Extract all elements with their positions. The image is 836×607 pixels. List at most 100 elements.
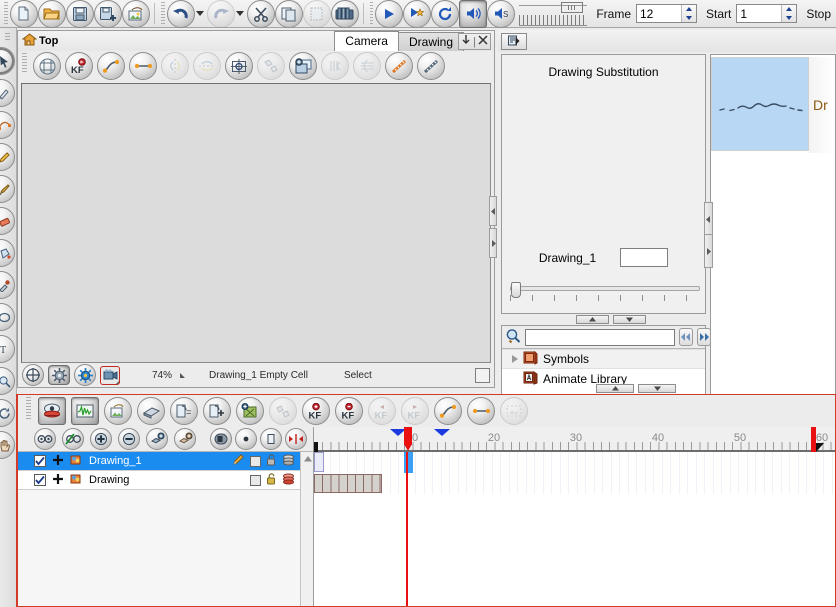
duplicate-drawing-button[interactable]: = — [170, 397, 198, 425]
layer-row-drawing[interactable]: Drawing — [18, 471, 313, 490]
panel-menu-button[interactable] — [501, 32, 527, 50]
onion-skin-button[interactable] — [353, 52, 381, 80]
chevron-right-icon[interactable] — [512, 355, 518, 363]
scrubber-thumb[interactable] — [561, 1, 584, 13]
tool-pencil[interactable] — [0, 143, 15, 171]
timeline-row-drawing[interactable] — [314, 473, 835, 494]
opengl-preview-button[interactable] — [74, 364, 96, 386]
show-thumbnails-button[interactable] — [210, 428, 232, 450]
flip-horizontal-button[interactable] — [161, 52, 189, 80]
layer-row-drawing-1[interactable]: Drawing_1 — [18, 452, 313, 471]
tool-cutter[interactable] — [0, 79, 15, 107]
start-spinbox[interactable] — [736, 4, 798, 23]
function-editor-button[interactable] — [71, 397, 99, 425]
lock-open-icon[interactable] — [266, 472, 277, 488]
add-layer-button[interactable] — [289, 52, 317, 80]
substitute-next-button[interactable] — [613, 315, 646, 324]
start-input[interactable] — [737, 5, 782, 22]
right-splitter-handle-2[interactable] — [704, 234, 713, 268]
new-scene-button[interactable] — [9, 0, 38, 28]
layer-list-scrollbar[interactable] — [300, 452, 313, 606]
substitution-slider-thumb[interactable] — [511, 282, 521, 298]
crosshair-circle-icon[interactable] — [22, 364, 44, 386]
panel-splitter-left-2[interactable] — [489, 228, 497, 258]
remove-keyframe-button[interactable]: KF — [335, 397, 363, 425]
drawing-substitution-slider[interactable] — [510, 282, 700, 301]
right-splitter-handle-1[interactable] — [704, 202, 713, 236]
status-color-swatch[interactable] — [475, 367, 490, 383]
tool-zoom[interactable] — [0, 367, 15, 395]
show-dot-button[interactable] — [235, 428, 257, 450]
light-table-button[interactable] — [385, 52, 413, 80]
show-panel-button[interactable] — [260, 428, 282, 450]
add-keyframe-button[interactable]: KF — [65, 52, 93, 80]
toolbar-grip[interactable] — [4, 2, 8, 25]
frame-input[interactable] — [637, 5, 681, 22]
camera-mask-button[interactable] — [100, 365, 120, 385]
paste-button[interactable] — [302, 0, 331, 28]
add-group-button[interactable] — [146, 428, 168, 450]
timeline-exposed-range[interactable] — [314, 474, 382, 493]
morph-timeline-button[interactable] — [269, 397, 297, 425]
library-forward-button[interactable] — [697, 328, 711, 346]
add-keyframe-timeline-button[interactable]: KF — [302, 397, 330, 425]
substitution-slider-track[interactable] — [510, 282, 700, 298]
render-preview-button[interactable] — [48, 365, 70, 385]
loop-button[interactable] — [431, 0, 460, 28]
constant-segment-button[interactable] — [467, 397, 495, 425]
play-preview-button[interactable] — [403, 0, 432, 28]
layer-visibility-checkbox[interactable] — [34, 474, 46, 486]
collapse-up-button[interactable] — [596, 384, 634, 393]
toggle-thumbnails-button[interactable] — [500, 397, 528, 425]
timeline-row-drawing-1[interactable] — [314, 452, 835, 473]
start-spin-down-icon[interactable] — [786, 15, 793, 20]
scroll-up-arrow-icon[interactable] — [301, 452, 314, 465]
undo-button[interactable] — [166, 0, 195, 28]
tools-grip[interactable] — [5, 33, 10, 41]
close-x-icon[interactable] — [478, 35, 488, 48]
open-scene-button[interactable] — [37, 0, 66, 28]
timeline-ruler[interactable]: 10 20 30 40 50 60 — [314, 427, 835, 452]
tab-drawing[interactable]: Drawing — [397, 32, 464, 51]
start-spin-arrows[interactable] — [781, 5, 797, 22]
layer-visibility-checkbox[interactable] — [34, 455, 46, 467]
measure-button[interactable] — [417, 52, 445, 80]
color-square-icon[interactable] — [250, 474, 261, 486]
save-button[interactable] — [65, 0, 94, 28]
expand-columns-button[interactable] — [285, 428, 307, 450]
frame-spinbox[interactable] — [636, 4, 697, 23]
camera-toolbar-grip[interactable] — [22, 53, 27, 73]
add-peg-layer-button[interactable] — [174, 428, 196, 450]
onion-stack-red-icon[interactable] — [282, 473, 295, 488]
undo-dropdown-arrow[interactable] — [195, 11, 204, 16]
tool-brush[interactable] — [0, 175, 15, 203]
tool-select[interactable] — [0, 47, 15, 75]
magnifier-search-icon[interactable] — [505, 328, 521, 347]
delete-layer-button[interactable] — [118, 428, 140, 450]
next-keyframe-button[interactable]: KF — [401, 397, 429, 425]
tool-ellipse[interactable] — [0, 303, 15, 331]
frame-spin-arrows[interactable] — [681, 5, 696, 22]
timeline-frames-area[interactable]: 10 20 30 40 50 60 — [314, 427, 835, 606]
substitute-prev-button[interactable] — [576, 315, 609, 324]
tool-hand[interactable] — [0, 431, 15, 459]
hide-selection-button[interactable] — [62, 428, 84, 450]
play-button[interactable] — [375, 0, 404, 28]
add-layer-list-button[interactable] — [90, 428, 112, 450]
pencil-icon[interactable] — [232, 453, 245, 469]
tool-contour-editor[interactable] — [0, 111, 15, 139]
drawing-thumbnail[interactable] — [711, 57, 809, 151]
onion-stack-icon[interactable] — [282, 454, 295, 469]
reposition-target-button[interactable] — [225, 52, 253, 80]
down-arrow-icon[interactable] — [461, 34, 471, 49]
panel-splitter-left[interactable] — [489, 196, 497, 226]
library-back-button[interactable] — [679, 328, 693, 346]
flip-vertical-button[interactable] — [193, 52, 221, 80]
copy-button[interactable] — [274, 0, 303, 28]
save-all-button[interactable] — [93, 0, 122, 28]
add-drawing-button[interactable] — [203, 397, 231, 425]
add-peg-button[interactable] — [137, 397, 165, 425]
zoom-dropdown-arrow[interactable] — [180, 372, 186, 378]
toolbar-grip-2[interactable] — [160, 2, 165, 25]
timeline-start-cell[interactable] — [314, 452, 324, 472]
